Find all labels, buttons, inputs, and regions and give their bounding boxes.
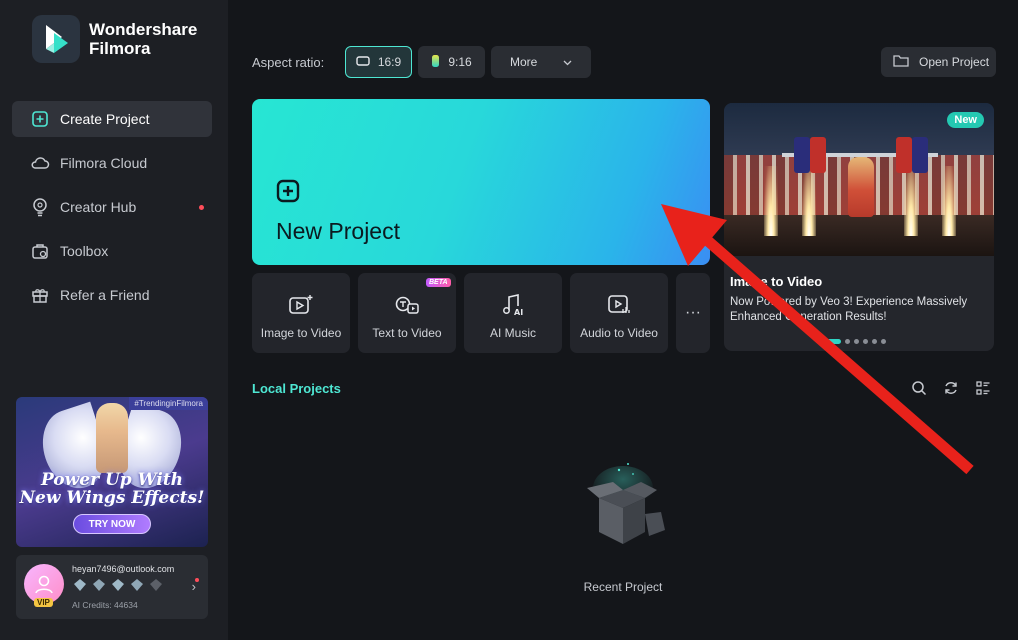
beta-badge: BETA: [426, 278, 451, 287]
feature-carousel-card[interactable]: New Image to Video Now Powered by Veo 3!…: [724, 103, 994, 351]
sidebar-item-filmora-cloud[interactable]: Filmora Cloud: [12, 145, 212, 181]
gem-icon: [131, 579, 143, 591]
app-name: Wondershare Filmora: [89, 20, 198, 58]
sidebar-item-label: Create Project: [60, 111, 150, 127]
promo-hashtag: #TrendinginFilmora: [129, 397, 208, 410]
main-panel: Aspect ratio: 16:9 9:16 More Open Projec…: [228, 0, 1018, 640]
sidebar-item-label: Toolbox: [60, 243, 109, 259]
text-to-video-icon: [393, 291, 421, 319]
ai-music-icon: AI: [499, 291, 527, 319]
new-project-label: New Project: [276, 218, 400, 244]
empty-box-icon: [573, 458, 673, 554]
toolbox-icon: [30, 241, 50, 261]
account-panel[interactable]: VIP heyan7496@outlook.com AI Credits: 44…: [16, 555, 208, 619]
feature-description: Now Powered by Veo 3! Experience Massive…: [730, 296, 968, 323]
ai-music-tool[interactable]: AI AI Music: [464, 273, 562, 353]
carousel-dot[interactable]: [881, 339, 886, 344]
app-logo: Wondershare Filmora: [32, 15, 197, 63]
carousel-dot[interactable]: [854, 339, 859, 344]
sidebar-item-create-project[interactable]: Create Project: [12, 101, 212, 137]
lightbulb-icon: [30, 197, 50, 217]
more-ratios-dropdown[interactable]: More: [491, 46, 591, 78]
recent-project-label: Recent Project: [583, 580, 663, 594]
ai-gem-badges: [73, 578, 163, 592]
sidebar-item-toolbox[interactable]: Toolbox: [12, 233, 212, 269]
aspect-16-9-button[interactable]: 16:9: [345, 46, 412, 78]
sidebar-item-label: Creator Hub: [60, 199, 137, 215]
sidebar-item-label: Refer a Friend: [60, 287, 150, 303]
ai-credits: AI Credits: 44634: [72, 600, 138, 610]
audio-to-video-icon: [605, 291, 633, 319]
carousel-dot[interactable]: [827, 339, 841, 344]
promo-model-graphic: [96, 403, 128, 473]
aspect-ratio-label: Aspect ratio:: [252, 55, 325, 70]
chevron-right-icon[interactable]: ›: [192, 579, 196, 594]
add-square-icon: [276, 179, 300, 208]
gift-icon: [30, 285, 50, 305]
notification-dot: [199, 205, 204, 210]
weightlifting-cat-preview-image: New: [724, 103, 994, 256]
try-now-button[interactable]: TRY NOW: [73, 514, 151, 534]
new-badge: New: [947, 112, 984, 128]
new-project-button[interactable]: New Project: [252, 99, 710, 265]
gem-icon: [93, 579, 105, 591]
gem-icon: [150, 579, 162, 591]
carousel-dot[interactable]: [845, 339, 850, 344]
filmora-start-screen: Wondershare Filmora Create Project Filmo…: [0, 0, 1018, 640]
chevron-down-icon: [563, 55, 572, 69]
image-to-video-tool[interactable]: Image to Video: [252, 273, 350, 353]
account-email: heyan7496@outlook.com: [72, 564, 175, 574]
search-icon[interactable]: [910, 379, 928, 397]
cloud-icon: [30, 153, 50, 173]
aspect-9-16-button[interactable]: 9:16: [418, 46, 485, 78]
carousel-dot[interactable]: [872, 339, 877, 344]
image-to-video-icon: [287, 291, 315, 319]
portrait-ratio-icon: [431, 54, 440, 71]
list-view-icon[interactable]: [974, 379, 992, 397]
more-tools-button[interactable]: ···: [676, 273, 710, 353]
folder-icon: [893, 54, 909, 70]
carousel-pagination: [827, 339, 886, 344]
audio-to-video-tool[interactable]: Audio to Video: [570, 273, 668, 353]
wings-effects-promo-banner[interactable]: #TrendinginFilmora Power Up With New Win…: [16, 397, 208, 547]
promo-headline: Power Up With New Wings Effects!: [19, 470, 205, 508]
sidebar: Wondershare Filmora Create Project Filmo…: [0, 0, 228, 640]
refresh-icon[interactable]: [942, 379, 960, 397]
filmora-logo-icon: [32, 15, 80, 63]
sidebar-item-refer-a-friend[interactable]: Refer a Friend: [12, 277, 212, 313]
create-project-icon: [30, 109, 50, 129]
gem-icon: [112, 579, 124, 591]
sidebar-item-label: Filmora Cloud: [60, 155, 148, 171]
open-project-button[interactable]: Open Project: [881, 47, 996, 77]
vip-badge: VIP: [34, 598, 53, 607]
carousel-dot[interactable]: [863, 339, 868, 344]
local-projects-toolbar: [910, 379, 992, 397]
svg-text:AI: AI: [514, 308, 523, 317]
gem-icon: [74, 579, 86, 591]
sidebar-nav: Create Project Filmora Cloud Creator Hub: [12, 101, 212, 321]
sidebar-item-creator-hub[interactable]: Creator Hub: [12, 189, 212, 225]
local-projects-title: Local Projects: [252, 381, 341, 396]
landscape-ratio-icon: [356, 55, 370, 69]
text-to-video-tool[interactable]: BETA Text to Video: [358, 273, 456, 353]
feature-title: Image to Video: [730, 274, 823, 289]
